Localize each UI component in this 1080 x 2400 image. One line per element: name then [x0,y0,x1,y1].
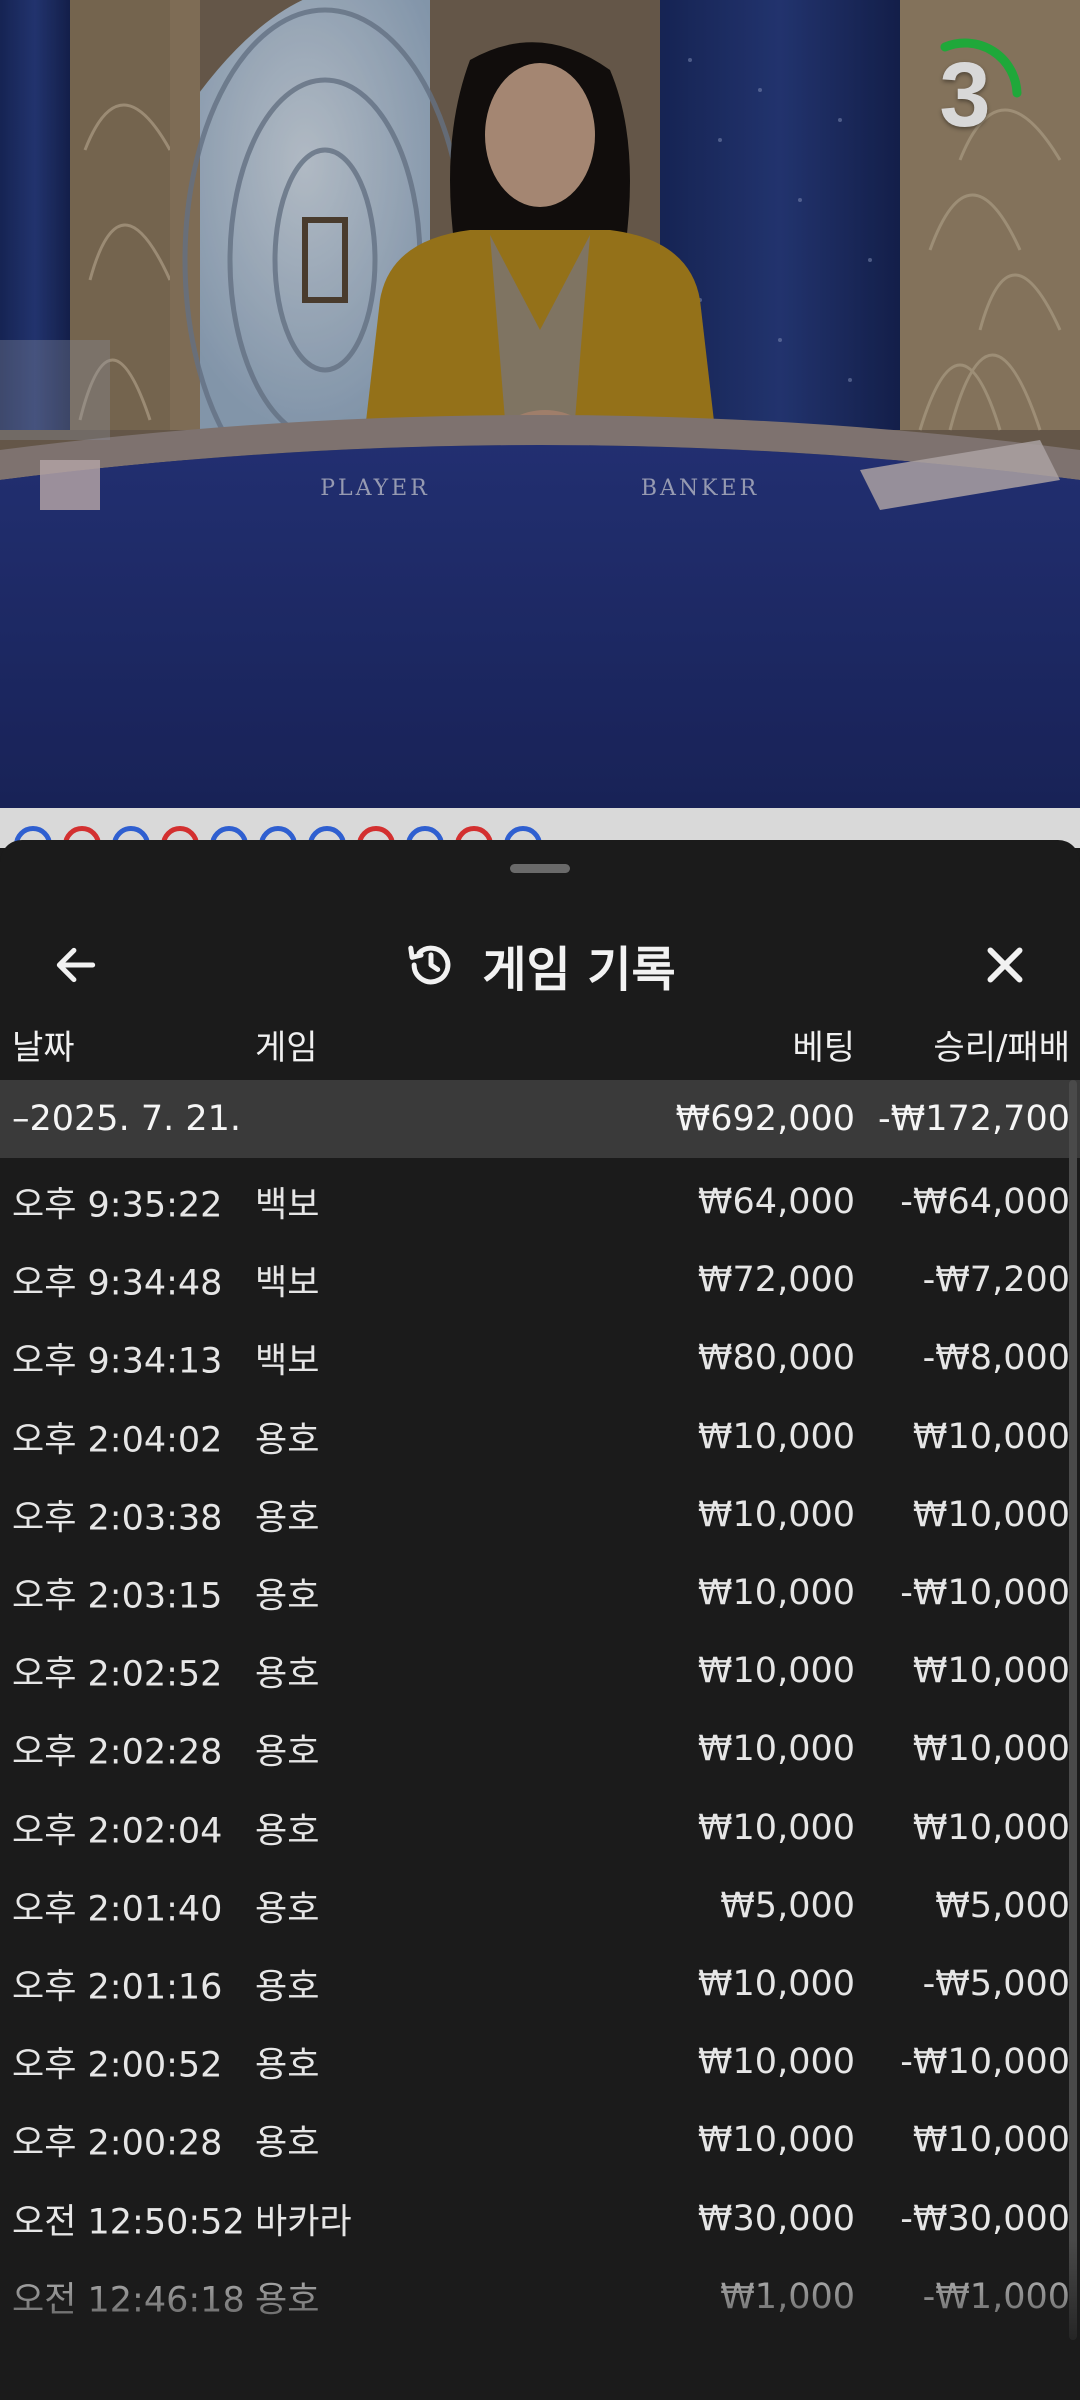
row-game: 용호 [255,1811,320,1852]
row-time: 오후 2:03:38 [12,1498,223,1539]
history-list[interactable]: –2025. 7. 21. ₩692,000 -₩172,700 오후 9:35… [0,1080,1080,2400]
row-time: 오후 9:34:48 [12,1263,223,1304]
history-row[interactable]: 오후 2:04:02 용호 ₩10,000 ₩10,000 [0,1398,1080,1476]
row-time: 오전 12:46:18 [12,2280,245,2321]
history-row[interactable]: 오후 2:00:52 용호 ₩10,000 -₩10,000 [0,2023,1080,2101]
group-date: –2025. 7. 21. [12,1099,242,1139]
history-row[interactable]: 오전 12:50:52 바카라 ₩30,000 -₩30,000 [0,2180,1080,2258]
history-row[interactable]: 오후 2:02:04 용호 ₩10,000 ₩10,000 [0,1789,1080,1867]
row-winloss: ₩10,000 [912,1729,1070,1770]
list-scrollbar[interactable] [1069,1080,1077,2340]
row-game: 백보 [255,1263,320,1304]
row-bet: ₩1,000 [720,2276,855,2317]
row-time: 오후 2:02:52 [12,1654,223,1695]
row-bet: ₩10,000 [697,1651,855,1692]
row-bet: ₩10,000 [697,1807,855,1848]
history-row[interactable]: 오후 2:03:38 용호 ₩10,000 ₩10,000 [0,1476,1080,1554]
history-row[interactable]: 오전 12:46:18 용호 ₩1,000 -₩1,000 [0,2258,1080,2336]
countdown-number: 3 [939,43,991,146]
row-game: 용호 [255,1732,320,1773]
countdown-timer: 3 [905,35,1025,155]
row-time: 오후 2:04:02 [12,1420,223,1461]
arrow-left-icon [56,947,96,983]
row-winloss: -₩7,200 [922,1260,1070,1301]
row-game: 용호 [255,2280,320,2321]
row-bet: ₩10,000 [697,1964,855,2004]
row-winloss: ₩10,000 [912,1416,1070,1457]
row-bet: ₩80,000 [697,1338,855,1379]
row-bet: ₩10,000 [697,1729,855,1770]
row-time: 오후 2:02:04 [12,1811,223,1852]
history-row[interactable]: 오후 2:00:28 용호 ₩10,000 ₩10,000 [0,2101,1080,2179]
row-time: 오후 2:00:52 [12,2045,223,2086]
row-bet: ₩30,000 [697,2198,855,2239]
history-row[interactable]: 오후 2:01:40 용호 ₩5,000 ₩5,000 [0,1867,1080,1945]
row-time: 오후 2:00:28 [12,2123,223,2164]
row-bet: ₩10,000 [697,1494,855,1535]
row-time: 오후 9:34:13 [12,1341,223,1382]
row-winloss: ₩5,000 [935,1885,1070,1926]
history-icon [408,945,451,985]
row-game: 용호 [255,1420,320,1461]
row-time: 오후 2:01:16 [12,1967,223,2008]
row-time: 오후 2:03:15 [12,1576,223,1617]
back-button[interactable] [36,925,116,1005]
row-winloss: -₩5,000 [922,1964,1070,2004]
sheet-title-text: 게임 기록 [482,942,676,998]
row-winloss: ₩10,000 [912,1651,1070,1692]
row-game: 백보 [255,1185,320,1226]
sheet-drag-handle[interactable] [510,864,570,873]
row-game: 용호 [255,1576,320,1617]
row-game: 용호 [255,2045,320,2086]
row-winloss: -₩30,000 [900,2198,1070,2239]
history-row[interactable]: 오후 9:34:48 백보 ₩72,000 -₩7,200 [0,1241,1080,1319]
group-total-bet: ₩692,000 [675,1099,855,1139]
row-game: 용호 [255,2123,320,2164]
close-button[interactable] [965,925,1045,1005]
row-winloss: -₩10,000 [900,1573,1070,1613]
row-game: 용호 [255,1498,320,1539]
row-game: 백보 [255,1341,320,1382]
row-game: 용호 [255,1889,320,1930]
row-winloss: -₩1,000 [922,2276,1070,2317]
row-game: 용호 [255,1654,320,1695]
row-winloss: ₩10,000 [912,2120,1070,2161]
date-group-row[interactable]: –2025. 7. 21. ₩692,000 -₩172,700 [0,1080,1080,1158]
column-header-winloss: 승리/패배 [933,1028,1070,1068]
row-time: 오후 2:01:40 [12,1889,223,1930]
row-bet: ₩64,000 [697,1182,855,1222]
row-time: 오후 2:02:28 [12,1732,223,1773]
row-winloss: -₩10,000 [900,2042,1070,2083]
history-row[interactable]: 오후 2:03:15 용호 ₩10,000 -₩10,000 [0,1554,1080,1632]
row-winloss: ₩10,000 [912,1807,1070,1848]
row-bet: ₩10,000 [697,1573,855,1613]
column-header-game: 게임 [255,1028,318,1068]
row-bet: ₩72,000 [697,1260,855,1301]
history-row[interactable]: 오후 2:02:52 용호 ₩10,000 ₩10,000 [0,1632,1080,1710]
row-bet: ₩10,000 [697,2042,855,2083]
live-video-feed: PLAYER BANKER 3 [0,0,1080,808]
history-row[interactable]: 오후 9:35:22 백보 ₩64,000 -₩64,000 [0,1163,1080,1241]
group-total-winloss: -₩172,700 [878,1099,1070,1139]
column-header-bet: 베팅 [792,1028,855,1068]
row-time: 오후 9:35:22 [12,1185,223,1226]
row-bet: ₩10,000 [697,1416,855,1457]
row-game: 용호 [255,1967,320,2008]
row-winloss: ₩10,000 [912,1494,1070,1535]
close-icon [987,947,1023,983]
history-row[interactable]: 오후 2:02:28 용호 ₩10,000 ₩10,000 [0,1710,1080,1788]
row-winloss: -₩64,000 [900,1182,1070,1222]
history-row[interactable]: 오후 2:01:16 용호 ₩10,000 -₩5,000 [0,1945,1080,2023]
table-header: 날짜 게임 베팅 승리/패배 [0,1000,1080,1080]
row-bet: ₩5,000 [720,1885,855,1926]
row-game: 바카라 [255,2202,352,2243]
history-row[interactable]: 오후 9:34:13 백보 ₩80,000 -₩8,000 [0,1319,1080,1397]
column-header-date: 날짜 [12,1028,75,1068]
row-winloss: -₩8,000 [922,1338,1070,1379]
row-time: 오전 12:50:52 [12,2202,245,2243]
row-bet: ₩10,000 [697,2120,855,2161]
